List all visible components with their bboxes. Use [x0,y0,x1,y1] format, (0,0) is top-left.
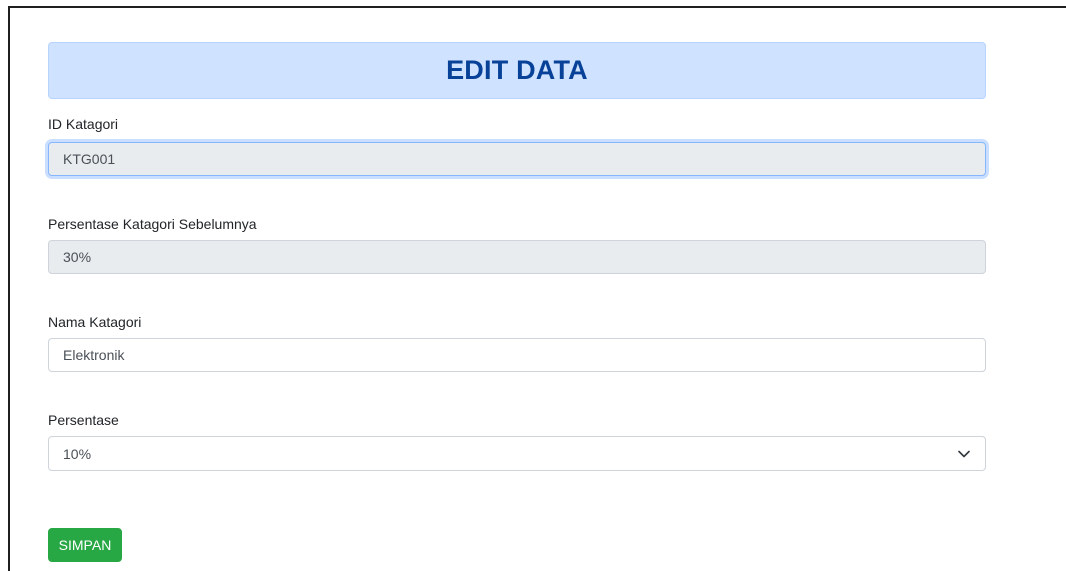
chevron-down-icon [957,447,971,461]
id-kategori-input[interactable] [48,142,986,176]
persentase-selected-value: 10% [63,445,92,462]
persentase-sebelumnya-label: Persentase Katagori Sebelumnya [48,216,257,232]
page-title: EDIT DATA [446,55,588,85]
page-header-banner: EDIT DATA [48,42,986,99]
persentase-select[interactable]: 10% [48,436,986,471]
persentase-sebelumnya-input[interactable] [48,240,986,274]
simpan-button[interactable]: SIMPAN [48,528,122,562]
nama-kategori-input[interactable] [48,338,986,372]
persentase-label: Persentase [48,412,119,428]
id-kategori-label: ID Katagori [48,116,119,132]
nama-kategori-label: Nama Katagori [48,314,142,330]
